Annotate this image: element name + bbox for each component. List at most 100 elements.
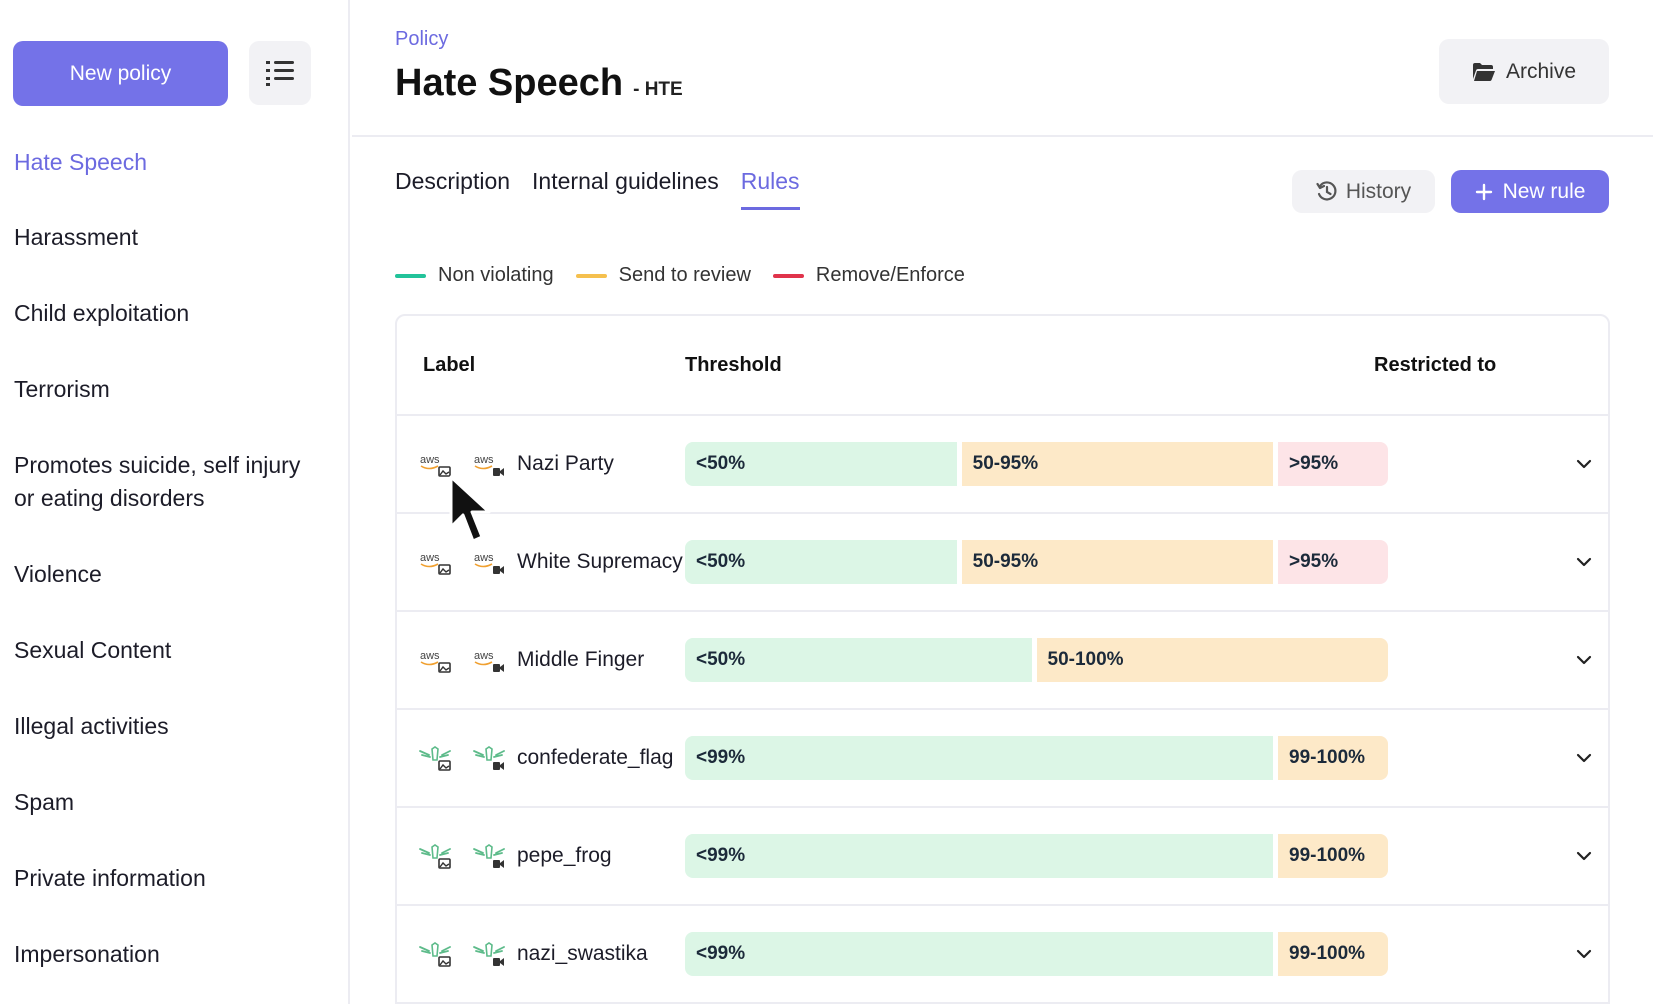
policy-nav: Hate Speech Harassment Child exploitatio… <box>14 146 334 971</box>
table-header: Label Threshold Restricted to <box>397 316 1608 416</box>
nav-item-hate-speech[interactable]: Hate Speech <box>14 146 334 179</box>
threshold-segment-green[interactable]: <50% <box>685 638 1032 682</box>
svg-text:aws: aws <box>474 650 494 662</box>
nav-item-impersonation[interactable]: Impersonation <box>14 938 334 971</box>
table-row[interactable]: aws aws Nazi Party <50% 50-95% >95% <box>397 416 1608 514</box>
svg-text:aws: aws <box>474 454 494 466</box>
legend-label: Send to review <box>618 264 751 286</box>
history-button[interactable]: History <box>1292 170 1435 213</box>
list-icon <box>266 61 294 86</box>
table-body: aws aws Nazi Party <50% 50-95% >95% aws aws Whit… <box>397 416 1608 1004</box>
breadcrumb[interactable]: Policy <box>395 28 448 51</box>
threshold-segment-amber[interactable]: 50-95% <box>961 540 1273 584</box>
table-row[interactable]: aws aws Middle Finger <50% 50-100% <box>397 612 1608 710</box>
chevron-down-icon[interactable] <box>1574 748 1594 768</box>
policy-tabs: Description Internal guidelines Rules <box>395 168 800 210</box>
nav-item-terrorism[interactable]: Terrorism <box>14 373 334 406</box>
nav-item-harassment[interactable]: Harassment <box>14 221 334 254</box>
aws-video-icon: aws <box>474 650 504 672</box>
sidebar: New policy Hate Speech Harassment Child … <box>0 0 350 1004</box>
table-row[interactable]: pepe_frog <99% 99-100% <box>397 808 1608 906</box>
legend-swatch-red <box>772 273 804 278</box>
wing-video-icon <box>473 844 505 868</box>
aws-video-icon: aws <box>474 552 504 574</box>
svg-text:aws: aws <box>420 552 440 564</box>
folder-open-icon <box>1472 62 1495 81</box>
rule-label: Nazi Party <box>517 452 614 475</box>
new-rule-label: New rule <box>1502 179 1586 203</box>
archive-label: Archive <box>1505 59 1577 83</box>
tab-rules[interactable]: Rules <box>740 168 800 210</box>
legend-label: Remove/Enforce <box>815 264 965 286</box>
nav-item-illegal-activities[interactable]: Illegal activities <box>14 710 334 743</box>
nav-item-self-injury-line1: Promotes suicide, self injury <box>14 452 301 478</box>
threshold-segment-red[interactable]: >95% <box>1278 540 1388 584</box>
wing-image-icon <box>419 844 451 869</box>
threshold-segment-green[interactable]: <50% <box>685 442 957 486</box>
plus-icon <box>1475 183 1492 200</box>
table-row[interactable]: confederate_flag <99% 99-100% <box>397 710 1608 808</box>
column-header-restricted: Restricted to <box>1374 354 1497 376</box>
chevron-down-icon[interactable] <box>1574 846 1594 866</box>
nav-item-child-exploitation[interactable]: Child exploitation <box>14 297 334 330</box>
wing-video-icon <box>473 746 505 770</box>
rule-label: pepe_frog <box>517 844 612 867</box>
chevron-down-icon[interactable] <box>1574 552 1594 572</box>
aws-image-icon: aws <box>420 552 451 575</box>
chevron-down-icon[interactable] <box>1574 454 1594 474</box>
threshold-legend: Non violating Send to review Remove/Enfo… <box>395 264 965 287</box>
policy-code: - HTE <box>633 79 683 100</box>
nav-item-violence[interactable]: Violence <box>14 558 334 591</box>
aws-image-icon: aws <box>420 454 451 477</box>
threshold-segment-green[interactable]: <99% <box>685 932 1273 976</box>
rules-table: Label Threshold Restricted to aws aws Nazi… <box>395 314 1610 1004</box>
tab-internal-guidelines[interactable]: Internal guidelines <box>532 168 719 210</box>
list-view-button[interactable] <box>249 41 311 105</box>
new-policy-button[interactable]: New policy <box>13 41 228 106</box>
threshold-segment-red[interactable]: >95% <box>1278 442 1388 486</box>
nav-item-self-injury-line2: or eating disorders <box>14 485 205 511</box>
wing-image-icon <box>419 942 451 967</box>
title-row: Hate Speech - HTE <box>395 62 683 105</box>
legend-non-violating: Non violating <box>395 264 554 287</box>
mouse-cursor-icon <box>449 475 491 543</box>
nav-item-sexual-content[interactable]: Sexual Content <box>14 634 334 667</box>
legend-remove-enforce: Remove/Enforce <box>772 264 965 287</box>
chevron-down-icon[interactable] <box>1574 944 1594 964</box>
chevron-down-icon[interactable] <box>1574 650 1594 670</box>
page-header: Policy Hate Speech - HTE Archive <box>352 0 1653 137</box>
archive-button[interactable]: Archive <box>1439 39 1609 104</box>
legend-swatch-amber <box>575 273 607 278</box>
page-title: Hate Speech <box>395 62 624 104</box>
threshold-segment-amber[interactable]: 99-100% <box>1278 834 1388 878</box>
threshold-segment-amber[interactable]: 50-100% <box>1036 638 1388 682</box>
threshold-segment-green[interactable]: <99% <box>685 736 1273 780</box>
column-header-label: Label <box>423 354 476 376</box>
history-icon <box>1316 180 1337 200</box>
history-label: History <box>1345 179 1412 203</box>
svg-text:aws: aws <box>420 454 440 466</box>
legend-send-to-review: Send to review <box>575 264 751 287</box>
threshold-segment-amber[interactable]: 99-100% <box>1278 736 1388 780</box>
new-rule-button[interactable]: New rule <box>1451 170 1609 213</box>
threshold-segment-green[interactable]: <50% <box>685 540 957 584</box>
table-row[interactable]: nazi_swastika <99% 99-100% <box>397 906 1608 1004</box>
threshold-segment-amber[interactable]: 99-100% <box>1278 932 1388 976</box>
threshold-segment-amber[interactable]: 50-95% <box>961 442 1273 486</box>
main-panel: Policy Hate Speech - HTE Archive Descrip… <box>352 0 1653 1004</box>
nav-item-self-injury[interactable]: Promotes suicide, self injury or eating … <box>14 449 334 515</box>
threshold-segment-green[interactable]: <99% <box>685 834 1273 878</box>
nav-item-private-information[interactable]: Private information <box>14 862 334 895</box>
nav-item-spam[interactable]: Spam <box>14 786 334 819</box>
rule-label: nazi_swastika <box>517 942 648 965</box>
rule-label: Middle Finger <box>517 648 645 671</box>
wing-video-icon <box>473 942 505 966</box>
tab-description[interactable]: Description <box>395 168 510 210</box>
rule-label: White Supremacy <box>517 550 683 573</box>
svg-text:aws: aws <box>474 552 494 564</box>
rule-label: confederate_flag <box>517 746 674 769</box>
column-header-threshold: Threshold <box>685 354 782 376</box>
table-row[interactable]: aws aws White Supremacy <50% 50-95% >95% <box>397 514 1608 612</box>
svg-text:aws: aws <box>420 650 440 662</box>
wing-image-icon <box>419 746 451 771</box>
